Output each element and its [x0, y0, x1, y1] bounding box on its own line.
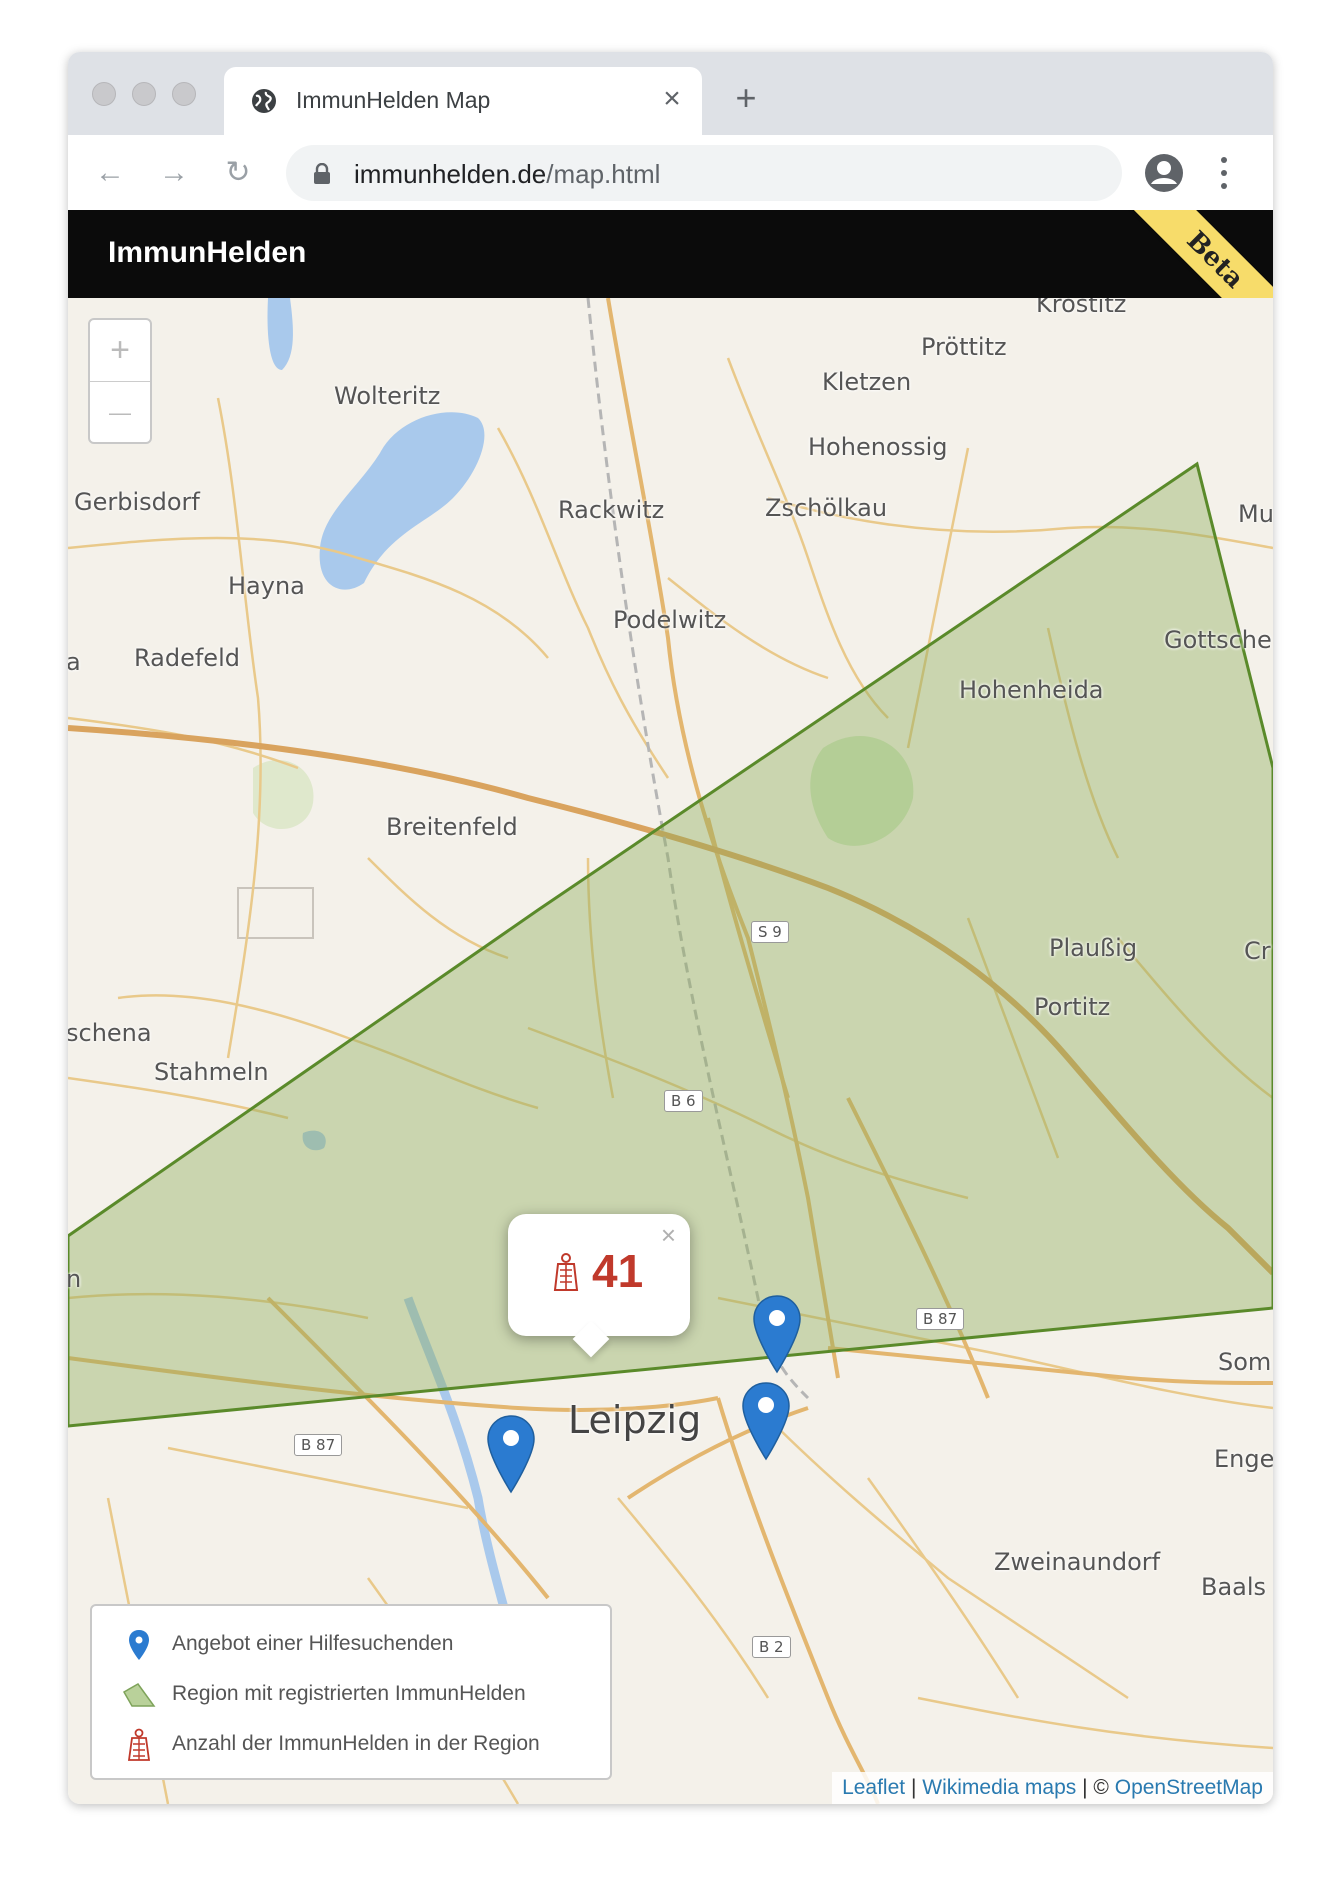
map-marker-icon[interactable]: [486, 1414, 536, 1494]
place-label: n: [68, 1265, 82, 1293]
place-label: Kletzen: [822, 368, 912, 396]
legend-label: Anzahl der ImmunHelden in der Region: [172, 1732, 540, 1755]
web-page: ImmunHelden Beta Krostitz Pröttitz Kletz…: [68, 210, 1273, 1804]
place-label: Podelwitz: [613, 606, 727, 634]
place-label: Gerbisdorf: [74, 488, 200, 516]
more-menu-icon[interactable]: [1216, 151, 1232, 195]
place-label: Enge: [1214, 1445, 1273, 1473]
road-shield: B 2: [752, 1636, 791, 1658]
marker-icon: [129, 1630, 149, 1660]
hero-count: 41: [592, 1245, 644, 1297]
profile-avatar-icon[interactable]: [1144, 153, 1184, 193]
url-host: immunhelden.de: [354, 159, 547, 189]
forward-arrow-icon[interactable]: →: [154, 153, 194, 193]
place-label: Wolteritz: [334, 382, 441, 410]
lake-werbeliner: [319, 412, 485, 590]
road-shield: B 6: [664, 1090, 703, 1112]
window-zoom-dot[interactable]: [172, 82, 196, 106]
map-marker-icon[interactable]: [741, 1381, 791, 1461]
place-label: Pröttitz: [921, 333, 1007, 361]
place-label: Breitenfeld: [386, 813, 518, 841]
tab-close-button[interactable]: ×: [654, 81, 690, 117]
address-bar[interactable]: immunhelden.de/map.html ☆: [286, 145, 1273, 201]
road-shield: B 87: [294, 1434, 343, 1456]
tab-title: ImmunHelden Map: [296, 87, 491, 113]
place-label: Radefeld: [134, 644, 240, 672]
legend-label: Angebot einer Hilfesuchenden: [172, 1632, 454, 1655]
attribution-separator: |: [905, 1776, 923, 1799]
openstreetmap-link[interactable]: OpenStreetMap: [1115, 1776, 1263, 1799]
window-minimize-dot[interactable]: [132, 82, 156, 106]
zoom-in-button[interactable]: +: [90, 320, 150, 381]
zoom-out-button[interactable]: —: [90, 382, 150, 443]
place-label: schena: [68, 1019, 152, 1047]
place-label: Rackwitz: [558, 496, 665, 524]
hero-figure-icon: [127, 1728, 151, 1761]
region-popup[interactable]: × 41: [508, 1214, 690, 1358]
wikimedia-link[interactable]: Wikimedia maps: [922, 1776, 1076, 1799]
place-label: Stahmeln: [154, 1058, 269, 1086]
app-header: ImmunHelden Beta: [68, 210, 1273, 298]
place-label: Baals: [1201, 1573, 1267, 1601]
park-patch: [253, 760, 314, 830]
new-tab-button[interactable]: +: [728, 80, 764, 116]
place-label-city: Leipzig: [568, 1398, 702, 1442]
hero-figure-icon: [553, 1253, 579, 1291]
leaflet-link[interactable]: Leaflet: [842, 1776, 905, 1799]
map-legend: Angebot einer Hilfesuchenden Region mit …: [90, 1604, 612, 1780]
tab-strip: ImmunHelden Map × +: [68, 52, 1273, 135]
globe-icon: [252, 89, 276, 113]
place-label: a: [68, 648, 81, 676]
beta-ribbon: Beta: [1121, 210, 1273, 298]
road-shield: S 9: [751, 921, 789, 943]
browser-toolbar: ← → ↻ immunhelden.de/map.html ☆: [68, 135, 1273, 211]
brand-title[interactable]: ImmunHelden: [108, 236, 306, 270]
place-label: Hayna: [228, 572, 305, 600]
place-label: Cr: [1244, 937, 1271, 965]
browser-window: ImmunHelden Map × + ← → ↻ immunhelden.de…: [68, 52, 1273, 1804]
window-close-dot[interactable]: [92, 82, 116, 106]
place-label: Mu: [1238, 500, 1273, 528]
place-label: Gottsche: [1164, 626, 1272, 654]
place-label: Som: [1218, 1348, 1272, 1376]
legend-label: Region mit registrierten ImmunHelden: [172, 1682, 526, 1705]
url-path: /map.html: [546, 159, 661, 189]
place-label: Krostitz: [1036, 298, 1127, 318]
map-tiles: [68, 298, 1273, 1804]
place-label: Portitz: [1034, 993, 1111, 1021]
place-label: Hohenossig: [808, 433, 948, 461]
water-body-north: [267, 298, 293, 370]
back-arrow-icon[interactable]: ←: [90, 153, 130, 193]
road-shield: B 87: [916, 1308, 965, 1330]
lock-icon: [314, 163, 330, 184]
map-attribution: Leaflet | Wikimedia maps | © OpenStreetM…: [832, 1772, 1273, 1804]
region-polygon-icon: [122, 1683, 156, 1707]
place-label: Plaußig: [1049, 934, 1138, 962]
url-text: immunhelden.de/map.html: [354, 159, 660, 190]
zoom-control: + —: [88, 318, 152, 444]
map-canvas[interactable]: Krostitz Pröttitz Kletzen Wolteritz Hohe…: [68, 298, 1273, 1804]
reload-icon[interactable]: ↻: [218, 153, 258, 193]
browser-tab[interactable]: ImmunHelden Map ×: [224, 67, 702, 135]
place-label: Zweinaundorf: [994, 1548, 1161, 1576]
place-label: Hohenheida: [959, 676, 1104, 704]
bookmark-star-icon[interactable]: ☆: [1272, 155, 1273, 191]
map-marker-icon[interactable]: [752, 1294, 802, 1374]
popup-close-button[interactable]: ×: [661, 1220, 676, 1251]
place-label: Zschölkau: [765, 494, 888, 522]
attribution-separator: | ©: [1076, 1776, 1115, 1799]
